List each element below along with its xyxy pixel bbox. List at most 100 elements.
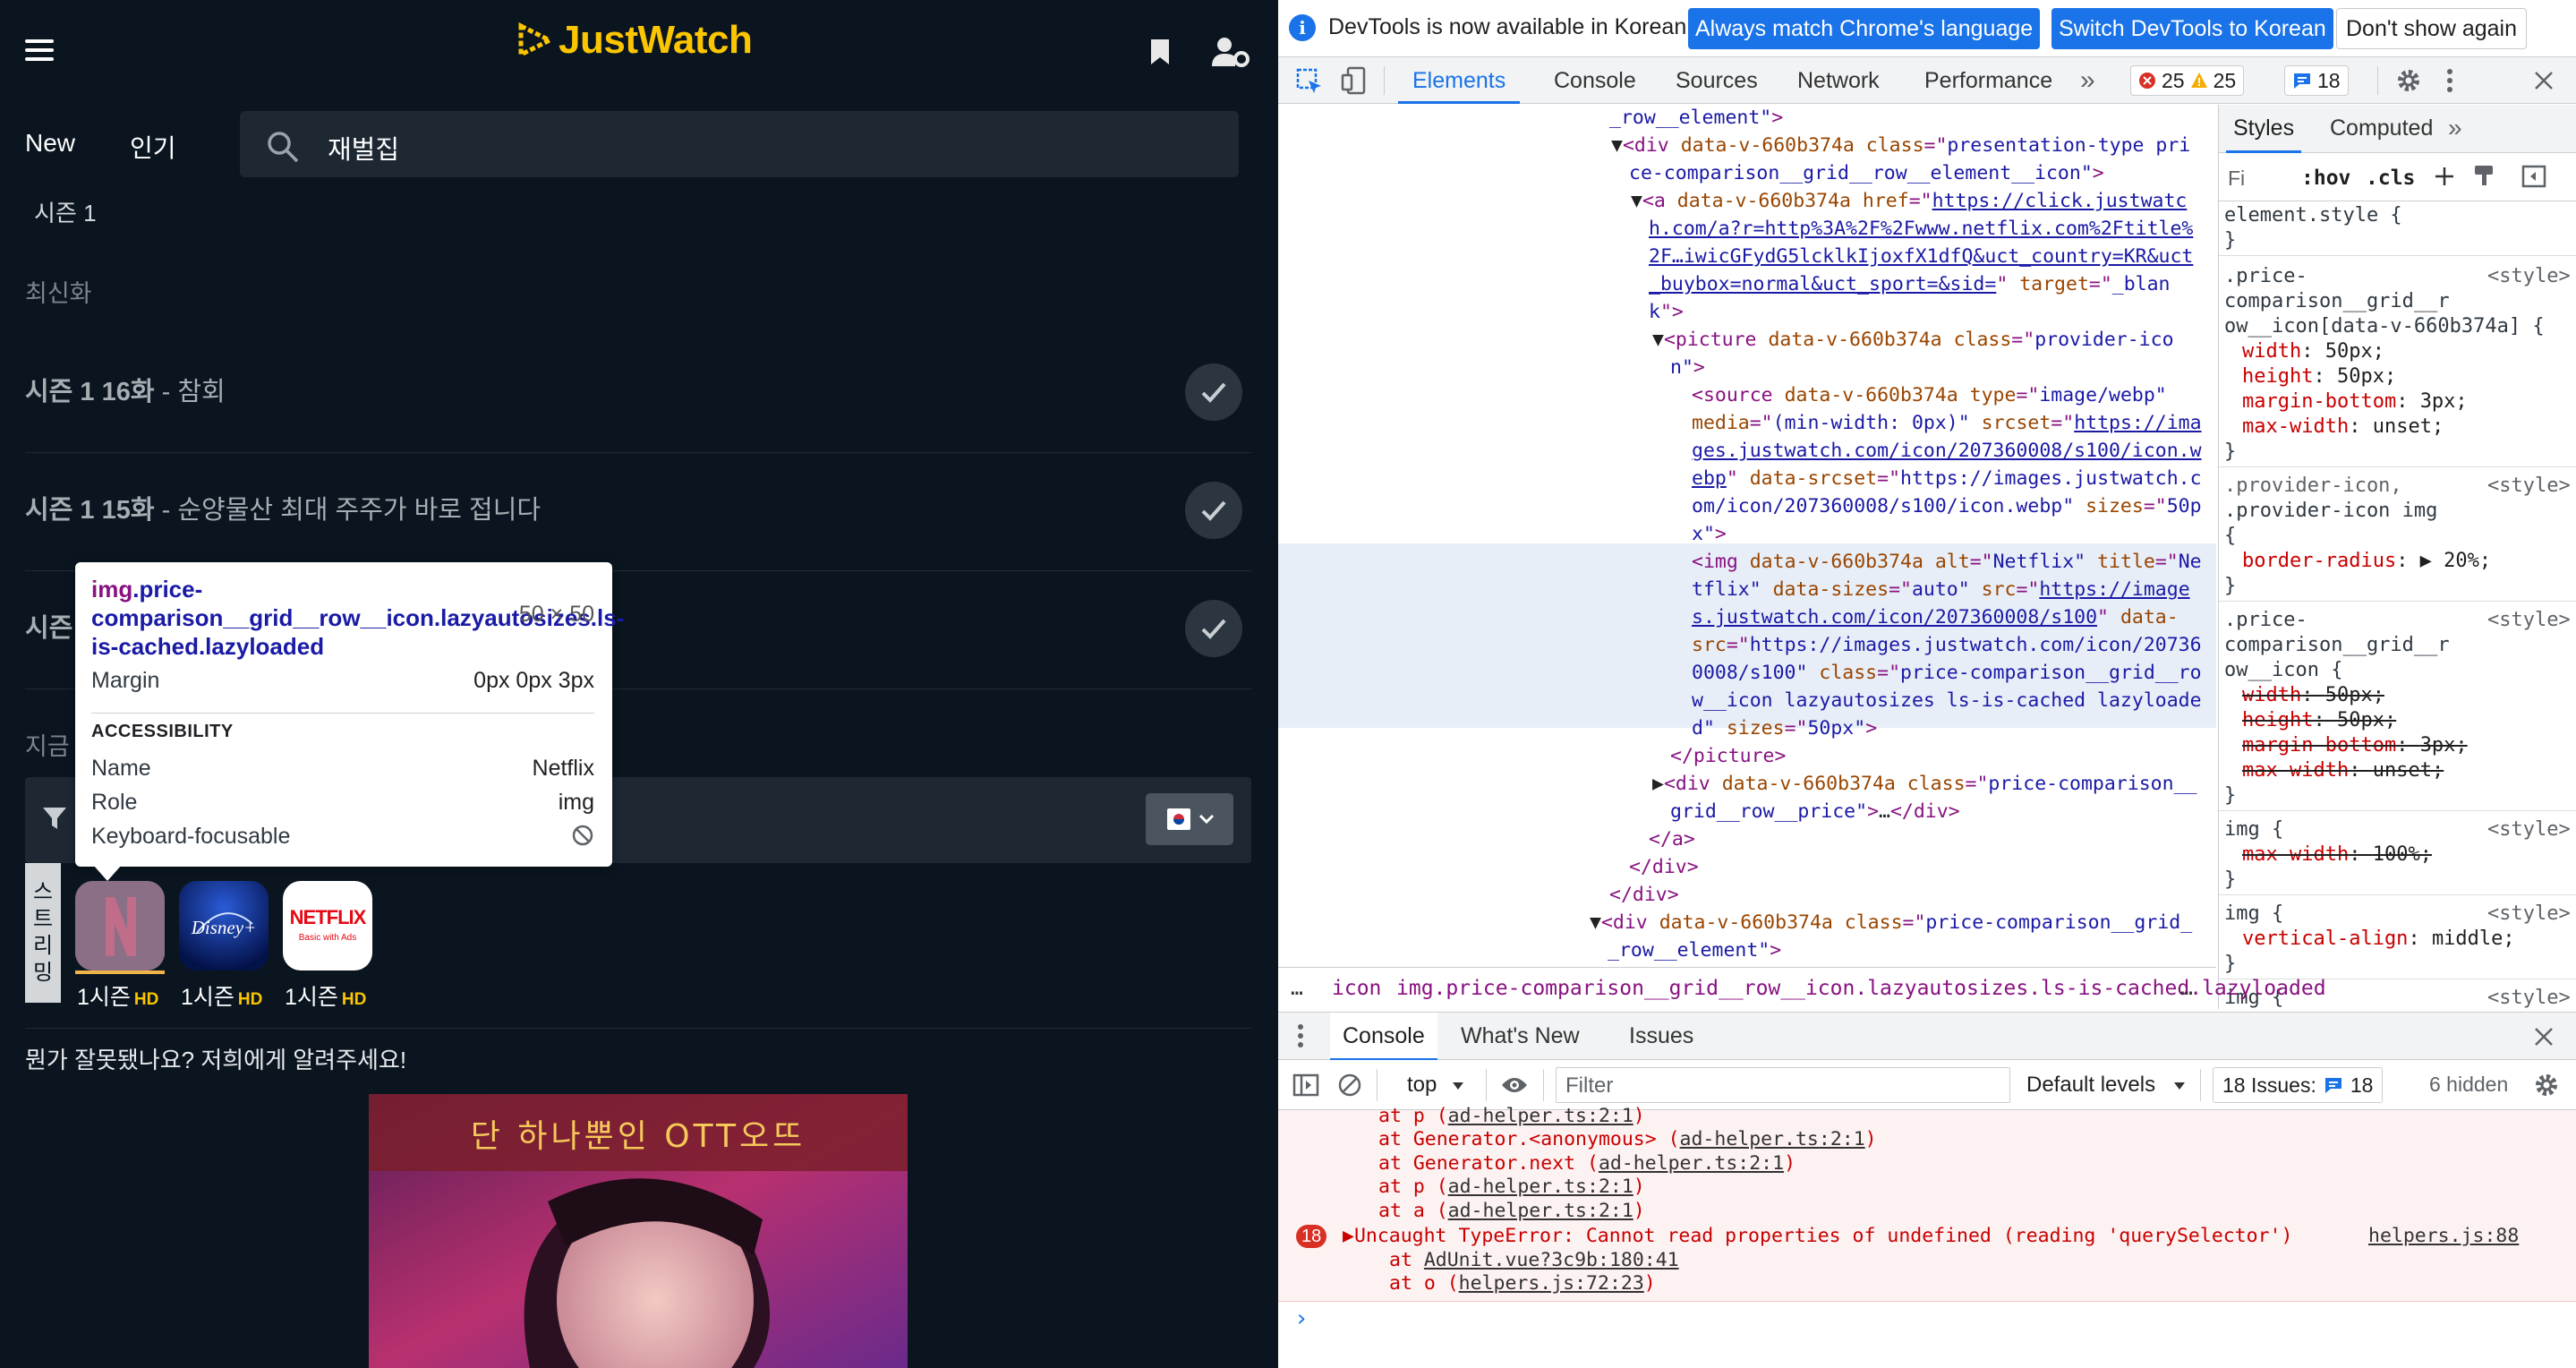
more-styles-tabs-icon[interactable]: » xyxy=(2448,105,2462,153)
tab-sources[interactable]: Sources xyxy=(1676,57,1758,104)
tooltip-role-row: Role img xyxy=(91,790,594,815)
tab-console[interactable]: Console xyxy=(1554,57,1636,104)
korea-flag-icon xyxy=(1167,808,1190,830)
devtools-toolbar: Elements Console Sources Network Perform… xyxy=(1278,57,2576,104)
search-bar[interactable]: 재벌집 xyxy=(240,111,1239,177)
close-devtools-icon[interactable] xyxy=(2533,70,2555,91)
tooltip-accessibility-heading: ACCESSIBILITY xyxy=(91,722,234,741)
user-settings-icon[interactable] xyxy=(1212,36,1250,68)
inspect-tooltip: img.price-comparison__grid__row__icon.la… xyxy=(75,562,625,881)
search-input[interactable]: 재벌집 xyxy=(328,129,399,167)
issues-icon xyxy=(2324,1078,2341,1093)
switch-korean-button[interactable]: Switch DevTools to Korean xyxy=(2051,8,2333,49)
drawer-tab-whats-new[interactable]: What's New xyxy=(1461,1013,1580,1061)
tab-performance[interactable]: Performance xyxy=(1924,57,2052,104)
breadcrumb-icon[interactable]: icon xyxy=(1332,977,1381,1000)
feedback-link[interactable]: 뭔가 잘못됐나요? 저희에게 알려주세요! xyxy=(25,1042,406,1075)
device-toolbar-icon[interactable] xyxy=(1341,66,1368,95)
styles-filter-input[interactable]: Fi xyxy=(2228,166,2245,191)
breadcrumb-more-left[interactable]: … xyxy=(1291,977,1303,1000)
disney-logo-text: Disney+ xyxy=(191,917,257,938)
watched-check-icon[interactable] xyxy=(1185,482,1242,539)
language-infobar: i DevTools is now available in Korean! A… xyxy=(1278,0,2576,57)
netflix-plan-text: Basic with Ads xyxy=(298,933,357,943)
close-drawer-icon[interactable] xyxy=(2533,1026,2555,1047)
paint-brush-icon[interactable] xyxy=(2473,164,2496,189)
tooltip-focus-row: Keyboard-focusable xyxy=(91,824,594,850)
drawer-tab-console[interactable]: Console xyxy=(1330,1013,1437,1061)
errors-warnings-counter[interactable]: 25 25 xyxy=(2130,65,2245,96)
elements-tree[interactable]: _row__element"> ▼<div data-v-660b374a cl… xyxy=(1278,105,2216,964)
filter-icon[interactable] xyxy=(41,806,68,833)
episode-title: 시즌 1 15화 - 순양물산 최대 주주가 바로 접니다 xyxy=(25,496,542,525)
watched-check-icon[interactable] xyxy=(1185,600,1242,657)
console-prompt[interactable]: › xyxy=(1294,1307,1309,1331)
hamburger-menu-icon[interactable] xyxy=(25,38,54,63)
kebab-menu-icon[interactable] xyxy=(2445,68,2454,93)
warning-count: 25 xyxy=(2213,68,2237,92)
drawer-menu-icon[interactable] xyxy=(1296,1023,1305,1048)
breadcrumb-more-right[interactable]: … xyxy=(2180,977,2193,1000)
tab-styles[interactable]: Styles xyxy=(2226,105,2302,153)
styles-pane: Styles Computed » Fi :hov .cls element.s… xyxy=(2218,105,2576,1009)
toggle-sidebar-icon[interactable] xyxy=(2521,164,2546,189)
episode-title: 시즌 1 16화 - 참회 xyxy=(25,378,226,406)
issues-counter[interactable]: 18 xyxy=(2284,65,2349,96)
tooltip-divider xyxy=(91,713,594,714)
bookmark-icon[interactable] xyxy=(1149,38,1171,66)
inspect-element-icon[interactable] xyxy=(1296,68,1323,95)
clear-console-icon[interactable] xyxy=(1337,1073,1362,1098)
console-toolbar: top Filter Default levels 18 Issues: 18 … xyxy=(1278,1060,2576,1110)
season-tab[interactable]: 시즌 1 xyxy=(34,195,97,228)
console-issues-button[interactable]: 18 Issues: 18 xyxy=(2213,1067,2384,1103)
tooltip-selector: img.price-comparison__grid__row__icon.la… xyxy=(91,576,625,660)
new-rule-plus-icon[interactable] xyxy=(2434,166,2455,189)
tooltip-name-row: Name Netflix xyxy=(91,756,594,781)
dont-show-again-button[interactable]: Don't show again xyxy=(2336,8,2528,49)
error-repeat-badge: 18 xyxy=(1296,1225,1327,1248)
settings-gear-icon[interactable] xyxy=(2395,67,2422,94)
justwatch-logo[interactable]: JustWatch xyxy=(517,18,753,63)
console-settings-gear-icon[interactable] xyxy=(2533,1072,2560,1099)
levels-dropdown-icon xyxy=(2173,1082,2186,1090)
styles-tabs: Styles Computed » xyxy=(2219,105,2576,153)
now-label: 지금 xyxy=(25,733,70,760)
error-message[interactable]: ▶Uncaught TypeError: Cannot read propert… xyxy=(1343,1225,2292,1249)
cls-button[interactable]: .cls xyxy=(2366,166,2415,191)
tab-network[interactable]: Network xyxy=(1797,57,1880,104)
justwatch-page: JustWatch New 인기 재벌집 시즌 1 최신화 시즌 1 16화 -… xyxy=(0,0,1278,1368)
provider-season-label: 1시즌 HD xyxy=(181,985,263,1010)
tab-elements[interactable]: Elements xyxy=(1398,57,1521,104)
filter-placeholder: Filter xyxy=(1565,1073,1614,1098)
live-expression-eye-icon[interactable] xyxy=(1500,1074,1529,1096)
netflix-n-icon[interactable] xyxy=(75,881,165,970)
episode-title: 시즌 xyxy=(25,614,73,643)
watched-check-icon[interactable] xyxy=(1185,363,1242,421)
logo-text: JustWatch xyxy=(559,18,753,62)
more-tabs-icon[interactable]: » xyxy=(2080,57,2095,104)
episode-row[interactable]: 시즌 1 15화 - 순양물산 최대 주주가 바로 접니다 xyxy=(25,453,1251,571)
ad-banner[interactable]: 단 하나뿐인 OTT오뜨 xyxy=(369,1094,908,1368)
console-sidebar-icon[interactable] xyxy=(1292,1073,1319,1098)
match-language-button[interactable]: Always match Chrome's language xyxy=(1688,8,2041,49)
nav-new[interactable]: New xyxy=(25,129,75,158)
country-select[interactable] xyxy=(1146,793,1233,845)
nav-popular[interactable]: 인기 xyxy=(130,129,176,165)
log-levels-select[interactable]: Default levels xyxy=(2026,1073,2155,1098)
console-filter-input[interactable]: Filter xyxy=(1556,1067,2010,1103)
streaming-label: 스트리밍 xyxy=(25,863,61,1003)
tab-computed[interactable]: Computed xyxy=(2330,105,2433,153)
drawer-tab-issues[interactable]: Issues xyxy=(1629,1013,1693,1061)
context-select[interactable]: top xyxy=(1407,1073,1437,1098)
not-allowed-icon xyxy=(571,824,594,847)
ad-headline: 단 하나뿐인 OTT오뜨 xyxy=(470,1118,806,1155)
error-source-link[interactable]: helpers.js:88 xyxy=(2368,1225,2519,1249)
netflix-basic-ads-icon[interactable]: NETFLIX Basic with Ads xyxy=(283,881,372,970)
episode-row[interactable]: 시즌 1 16화 - 참회 xyxy=(25,335,1251,453)
warning-icon xyxy=(2190,73,2207,88)
disney-plus-icon[interactable]: Disney+ xyxy=(179,881,269,970)
dom-breadcrumb: … icon img.price-comparison__grid__row__… xyxy=(1278,967,2326,1012)
netflix-wordmark: NETFLIX xyxy=(289,906,367,928)
hov-button[interactable]: :hov xyxy=(2301,166,2350,191)
error-count: 25 xyxy=(2162,68,2185,92)
